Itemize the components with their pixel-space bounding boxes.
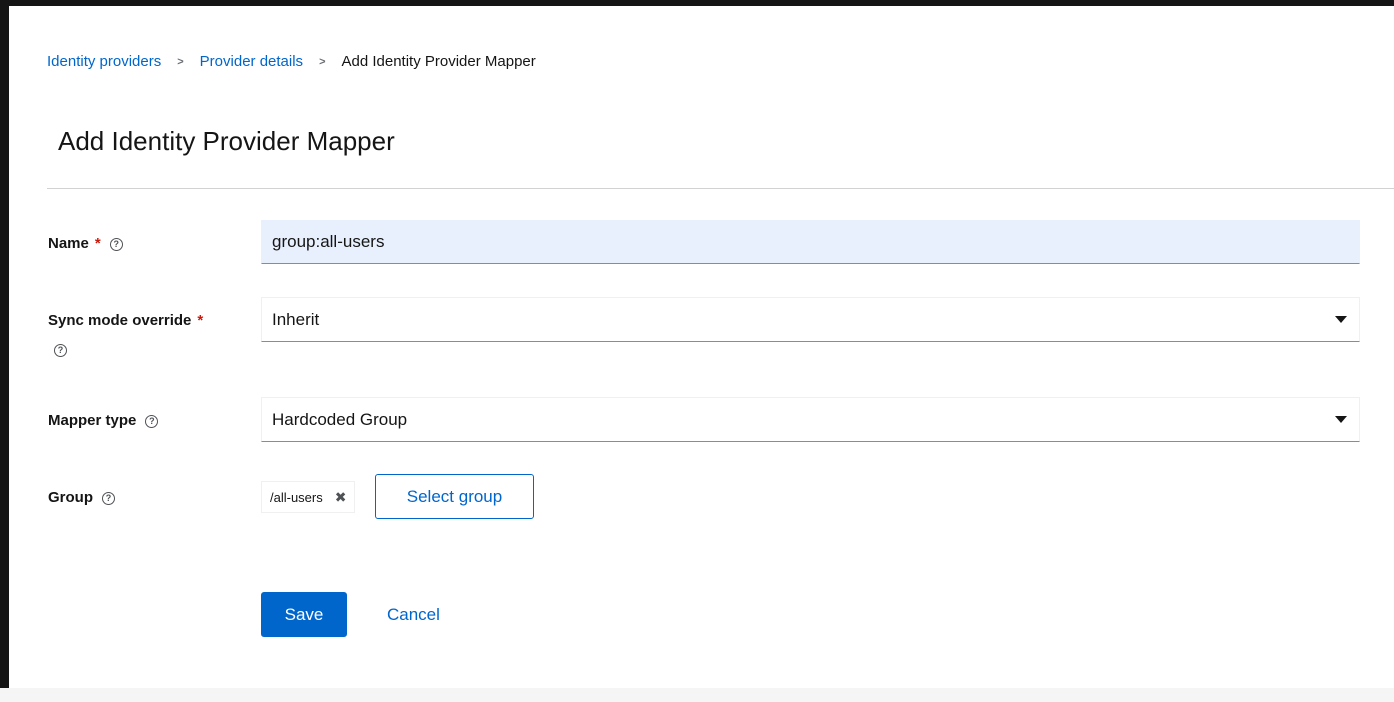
group-help-icon[interactable]: ? — [102, 491, 115, 505]
breadcrumb-current: Add Identity Provider Mapper — [341, 53, 536, 70]
sync-mode-value: Inherit — [272, 309, 320, 329]
caret-down-icon — [1335, 316, 1347, 323]
group-label: Group — [48, 489, 93, 506]
mapper-type-select[interactable]: Hardcoded Group — [261, 397, 1360, 442]
sync-mode-help-icon[interactable]: ? — [54, 344, 67, 357]
name-input[interactable] — [261, 220, 1360, 264]
cancel-button[interactable]: Cancel — [377, 592, 450, 637]
page-title: Add Identity Provider Mapper — [58, 126, 395, 156]
name-label: Name — [48, 235, 89, 252]
breadcrumb: Identity providers > Provider details > … — [47, 53, 536, 71]
breadcrumb-separator-icon: > — [319, 56, 326, 68]
group-chip: /all-users ✖ — [261, 481, 356, 513]
close-icon[interactable]: ✖ — [335, 489, 347, 506]
bottom-strip — [0, 688, 1394, 702]
caret-down-icon — [1335, 416, 1347, 423]
sync-mode-label-row: Sync mode override * — [48, 311, 203, 331]
sync-mode-label: Sync mode override — [48, 312, 192, 329]
save-button[interactable]: Save — [261, 592, 347, 637]
title-divider — [47, 188, 1394, 189]
mapper-type-label: Mapper type — [48, 412, 137, 429]
mapper-type-help-icon[interactable]: ? — [145, 414, 159, 428]
breadcrumb-identity-providers[interactable]: Identity providers — [47, 53, 161, 71]
group-chip-label: /all-users — [270, 489, 323, 505]
sync-mode-required-mark: * — [197, 312, 204, 329]
main-content: Identity providers > Provider details > … — [9, 6, 1394, 688]
mapper-type-value: Hardcoded Group — [272, 409, 408, 429]
breadcrumb-separator-icon: > — [177, 56, 184, 68]
name-label-row: Name * ? — [48, 234, 123, 254]
group-label-row: Group ? — [48, 488, 115, 508]
mapper-type-label-row: Mapper type ? — [48, 411, 159, 431]
window-left-bar — [0, 0, 9, 688]
name-help-icon[interactable]: ? — [109, 237, 123, 251]
breadcrumb-provider-details[interactable]: Provider details — [200, 53, 303, 71]
name-required-mark: * — [94, 235, 101, 252]
sync-mode-select[interactable]: Inherit — [261, 297, 1360, 342]
select-group-button[interactable]: Select group — [375, 474, 534, 519]
